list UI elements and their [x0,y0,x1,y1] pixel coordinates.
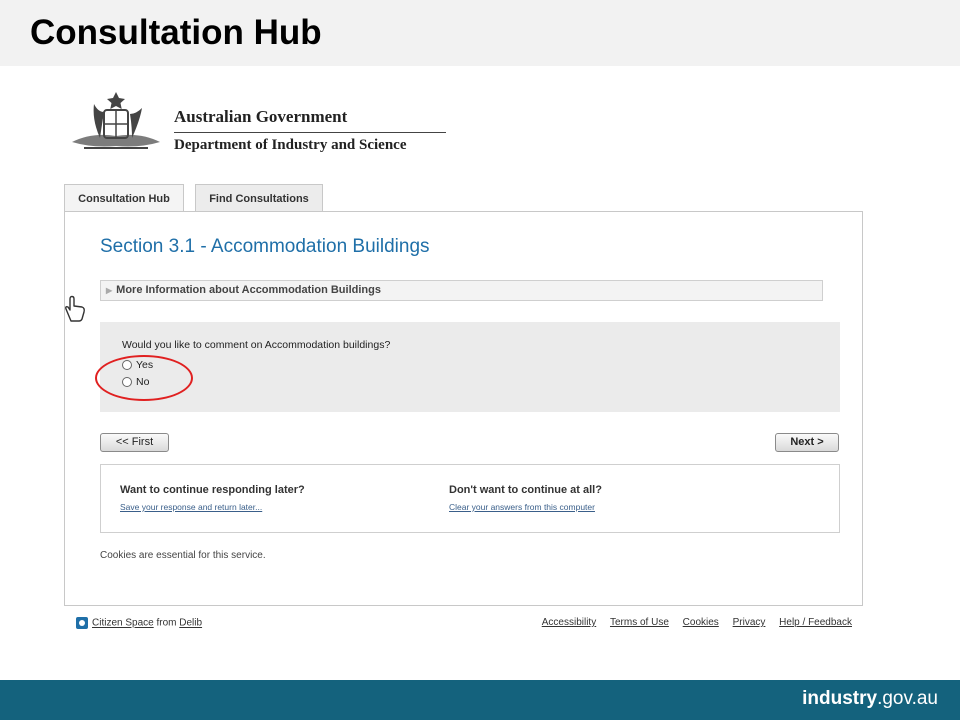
coat-of-arms-icon [72,92,160,149]
save-return-link[interactable]: Save your response and return later... [120,502,305,512]
citizen-space-icon [76,617,88,629]
first-button[interactable]: << First [100,433,169,452]
footer-link-help[interactable]: Help / Feedback [779,617,852,628]
continue-later-question: Want to continue responding later? [120,484,305,496]
footer-from: from [156,617,177,629]
footer-link-terms[interactable]: Terms of Use [610,617,669,628]
brand-bold: industry [802,688,878,709]
stop-section: Don't want to continue at all? Clear you… [449,484,602,512]
main-panel: Section 3.1 - Accommodation Buildings ▶ M… [64,211,863,606]
industry-brand-logo: industry.gov.au [802,688,938,710]
department-name: Department of Industry and Science [174,137,407,153]
continue-later-section: Want to continue responding later? Save … [120,484,305,512]
question-text: Would you like to comment on Accommodati… [122,339,391,351]
clear-answers-link[interactable]: Clear your answers from this computer [449,502,602,512]
tab-consultation-hub[interactable]: Consultation Hub [64,184,184,212]
save-progress-panel: Want to continue responding later? Save … [100,464,840,533]
question-box: Would you like to comment on Accommodati… [95,322,840,412]
government-logo: Australian Government Department of Indu… [66,90,456,162]
tab-find-consultations[interactable]: Find Consultations [195,184,323,212]
brand-rest: .gov.au [877,688,938,709]
delib-link[interactable]: Delib [179,618,202,629]
more-info-label: More Information about Accommodation Bui… [116,284,381,296]
more-info-toggle[interactable]: ▶ More Information about Accommodation Bu… [100,280,823,301]
footer-link-cookies[interactable]: Cookies [683,617,719,628]
section-title: Section 3.1 - Accommodation Buildings [100,236,430,257]
slide-title: Consultation Hub [30,13,322,52]
bottom-brand-bar: industry.gov.au [0,680,960,720]
citizen-space-link[interactable]: Citizen Space [92,618,154,629]
hand-pointer-icon [65,295,85,322]
expand-triangle-icon: ▶ [106,286,113,295]
cookies-note: Cookies are essential for this service. [100,550,266,561]
footer-link-privacy[interactable]: Privacy [733,617,766,628]
footer-credit: Citizen Space from Delib [76,617,202,629]
government-name: Australian Government [174,107,348,126]
next-button[interactable]: Next > [775,433,839,452]
highlight-annotation [95,355,193,401]
footer-links: Accessibility Terms of Use Cookies Priva… [531,617,852,628]
stop-question: Don't want to continue at all? [449,484,602,496]
logo-divider [174,132,446,133]
slide-header: Consultation Hub [0,0,960,66]
footer-link-accessibility[interactable]: Accessibility [542,617,596,628]
